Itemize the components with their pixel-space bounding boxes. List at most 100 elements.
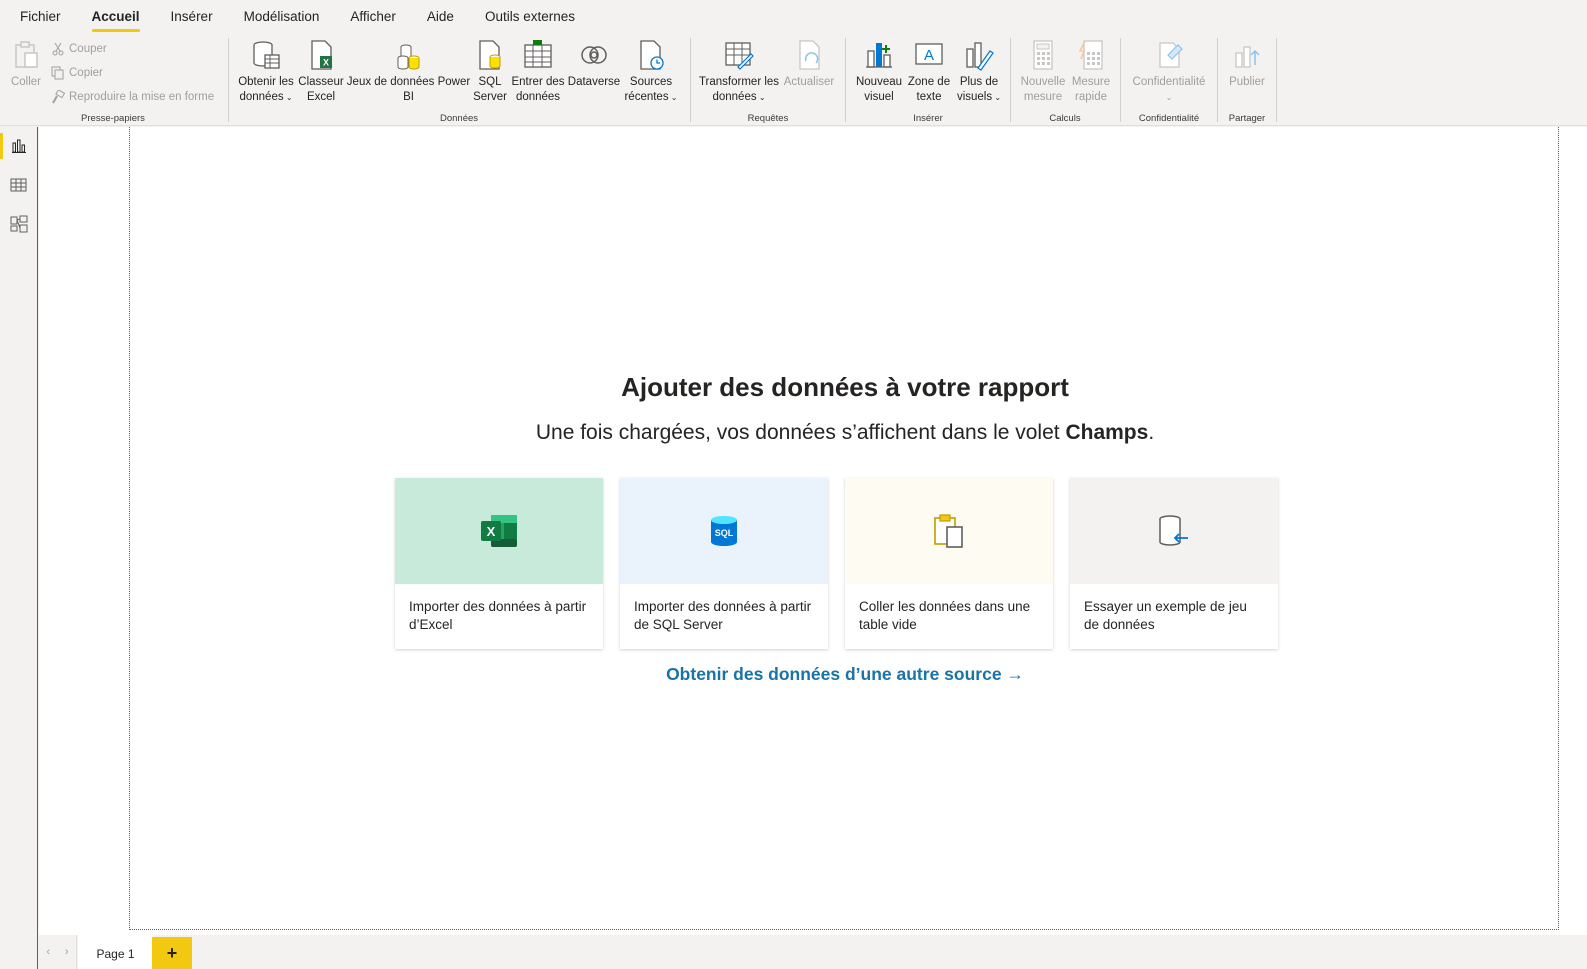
- group-calculations: Nouvelle mesure Mesure rapide Calculs: [1012, 36, 1118, 124]
- card-image: [1070, 478, 1278, 584]
- new-measure-label-2: mesure: [1023, 91, 1063, 103]
- quick-measure-button[interactable]: Mesure rapide: [1068, 36, 1114, 105]
- group-label-clipboard: Presse-papiers: [81, 113, 145, 124]
- menu-bar: Fichier Accueil Insérer Modélisation Aff…: [0, 0, 1587, 34]
- group-data: Obtenir les données ⌄ X Classeur Excel J…: [230, 36, 688, 124]
- menu-modeling[interactable]: Modélisation: [244, 0, 320, 34]
- excel-badge: X: [487, 524, 496, 539]
- separator: [845, 38, 846, 122]
- textbox-icon: A: [915, 43, 943, 65]
- format-painter-label: Reproduire la mise en forme: [69, 91, 215, 103]
- chevron-left-icon[interactable]: ‹: [46, 946, 50, 958]
- sql-label-1: SQL: [478, 76, 502, 88]
- new-measure-button[interactable]: Nouvelle mesure: [1018, 36, 1068, 105]
- publish-button[interactable]: Publier: [1221, 36, 1273, 90]
- separator: [1276, 38, 1277, 122]
- report-canvas-area: Ajouter des données à votre rapport Une …: [39, 127, 1587, 935]
- more-visuals-label-2: visuels: [956, 91, 993, 103]
- refresh-button[interactable]: Actualiser: [782, 36, 836, 90]
- ribbon: Coller Couper Copier Reproduire la mise …: [0, 34, 1587, 126]
- subtitle-text: Une fois chargées, vos données s’affiche…: [535, 421, 1066, 444]
- import-sql-card[interactable]: SQL Importer des données à partir de SQL…: [620, 478, 828, 649]
- excel-file-icon: X: [311, 40, 332, 70]
- menu-file[interactable]: Fichier: [20, 0, 61, 34]
- calculator-icon: [1033, 40, 1053, 70]
- group-insert: Nouveau visuel A Zone de texte Plus de v…: [847, 36, 1009, 124]
- subtitle-fields: Champs: [1065, 421, 1149, 444]
- publish-label: Publier: [1229, 76, 1265, 88]
- enter-data-label-2: données: [515, 91, 561, 103]
- transform-data-button[interactable]: Transformer les données ⌄: [698, 36, 780, 105]
- import-excel-card[interactable]: X Importer des données à partir d’Excel: [395, 478, 603, 649]
- new-visual-button[interactable]: Nouveau visuel: [853, 36, 905, 105]
- sql-server-button[interactable]: SQL Server: [472, 36, 508, 105]
- chevron-right-icon[interactable]: ›: [65, 946, 69, 958]
- sensitivity-button[interactable]: Confidentialité ⌄: [1126, 36, 1212, 105]
- pbi-datasets-button[interactable]: Jeux de données Power BI: [345, 36, 472, 105]
- excel-label-1: Classeur: [298, 76, 344, 88]
- enter-data-button[interactable]: Entrer des données: [510, 36, 566, 105]
- chevron-down-icon: ⌄: [992, 93, 1002, 102]
- menu-external-tools[interactable]: Outils externes: [485, 0, 575, 34]
- card-label: Importer des données à partir de SQL Ser…: [634, 599, 812, 632]
- textbox-label-2: texte: [916, 91, 942, 103]
- get-data-label-1: Obtenir les: [238, 76, 294, 88]
- table-icon: [524, 40, 552, 68]
- menu-insert[interactable]: Insérer: [171, 0, 213, 34]
- report-canvas[interactable]: Ajouter des données à votre rapport Une …: [129, 127, 1559, 930]
- recent-file-icon: [640, 40, 664, 70]
- recent-label-2: récentes: [624, 91, 669, 103]
- scissors-icon: [52, 42, 64, 56]
- page-tab[interactable]: Page 1: [78, 935, 153, 969]
- report-view-button[interactable]: [0, 127, 37, 165]
- paste-button[interactable]: Coller: [6, 36, 46, 90]
- group-queries: Transformer les données ⌄ Actualiser Req…: [692, 36, 844, 124]
- group-label-share: Partager: [1228, 113, 1266, 124]
- card-label: Coller les données dans une table vide: [859, 599, 1031, 632]
- model-view-button[interactable]: [0, 205, 37, 243]
- copy-button[interactable]: Copier: [51, 64, 103, 82]
- menu-view[interactable]: Afficher: [350, 0, 396, 34]
- add-page-button[interactable]: +: [152, 937, 192, 969]
- group-sensitivity: Confidentialité ⌄ Confidentialité: [1122, 36, 1216, 124]
- page-nav-arrows: ‹ ›: [39, 935, 77, 969]
- copy-label: Copier: [69, 67, 103, 79]
- format-painter-button[interactable]: Reproduire la mise en forme: [51, 88, 214, 106]
- sql-database-icon: SQL: [711, 516, 737, 546]
- more-visuals-label-1: Plus de: [959, 76, 999, 88]
- dataverse-icon: [581, 46, 607, 64]
- subtitle-period: .: [1148, 421, 1155, 444]
- paste-data-card[interactable]: Coller les données dans une table vide: [845, 478, 1053, 649]
- separator: [1120, 38, 1121, 122]
- menu-help[interactable]: Aide: [427, 0, 454, 34]
- group-clipboard: Coller Couper Copier Reproduire la mise …: [0, 36, 226, 124]
- separator: [1217, 38, 1218, 122]
- transform-label-1: Transformer les: [698, 76, 780, 88]
- more-visuals-button[interactable]: Plus de visuels ⌄: [953, 36, 1005, 105]
- menu-home[interactable]: Accueil: [91, 0, 140, 34]
- card-label: Importer des données à partir d’Excel: [409, 599, 587, 632]
- recent-sources-button[interactable]: Sources récentes ⌄: [622, 36, 680, 105]
- sample-dataset-card[interactable]: Essayer un exemple de jeu de données: [1070, 478, 1278, 649]
- paste-icon: [15, 41, 38, 68]
- get-data-button[interactable]: Obtenir les données ⌄: [236, 36, 296, 105]
- excel-workbook-button[interactable]: X Classeur Excel: [297, 36, 345, 105]
- page-subtitle: Une fois chargées, vos données s’affiche…: [130, 421, 1560, 445]
- recent-label-1: Sources: [629, 76, 673, 88]
- new-visual-label-2: visuel: [864, 91, 894, 103]
- separator: [1010, 38, 1011, 122]
- svg-text:X: X: [323, 58, 329, 68]
- textbox-button[interactable]: A Zone de texte: [905, 36, 953, 105]
- new-visual-label-1: Nouveau: [855, 76, 903, 88]
- data-view-button[interactable]: [0, 166, 37, 204]
- cut-button[interactable]: Couper: [51, 40, 107, 58]
- chevron-down-icon: ⌄: [668, 93, 678, 102]
- other-source-link[interactable]: Obtenir des données d’une autre source →: [130, 664, 1560, 685]
- refresh-icon: [799, 40, 820, 70]
- sql-file-icon: [479, 40, 501, 70]
- group-label-sensitivity: Confidentialité: [1138, 113, 1200, 124]
- sql-badge: SQL: [715, 528, 734, 538]
- dataverse-button[interactable]: Dataverse: [566, 36, 622, 90]
- more-visuals-icon: [966, 42, 994, 71]
- card-image: X: [395, 478, 603, 584]
